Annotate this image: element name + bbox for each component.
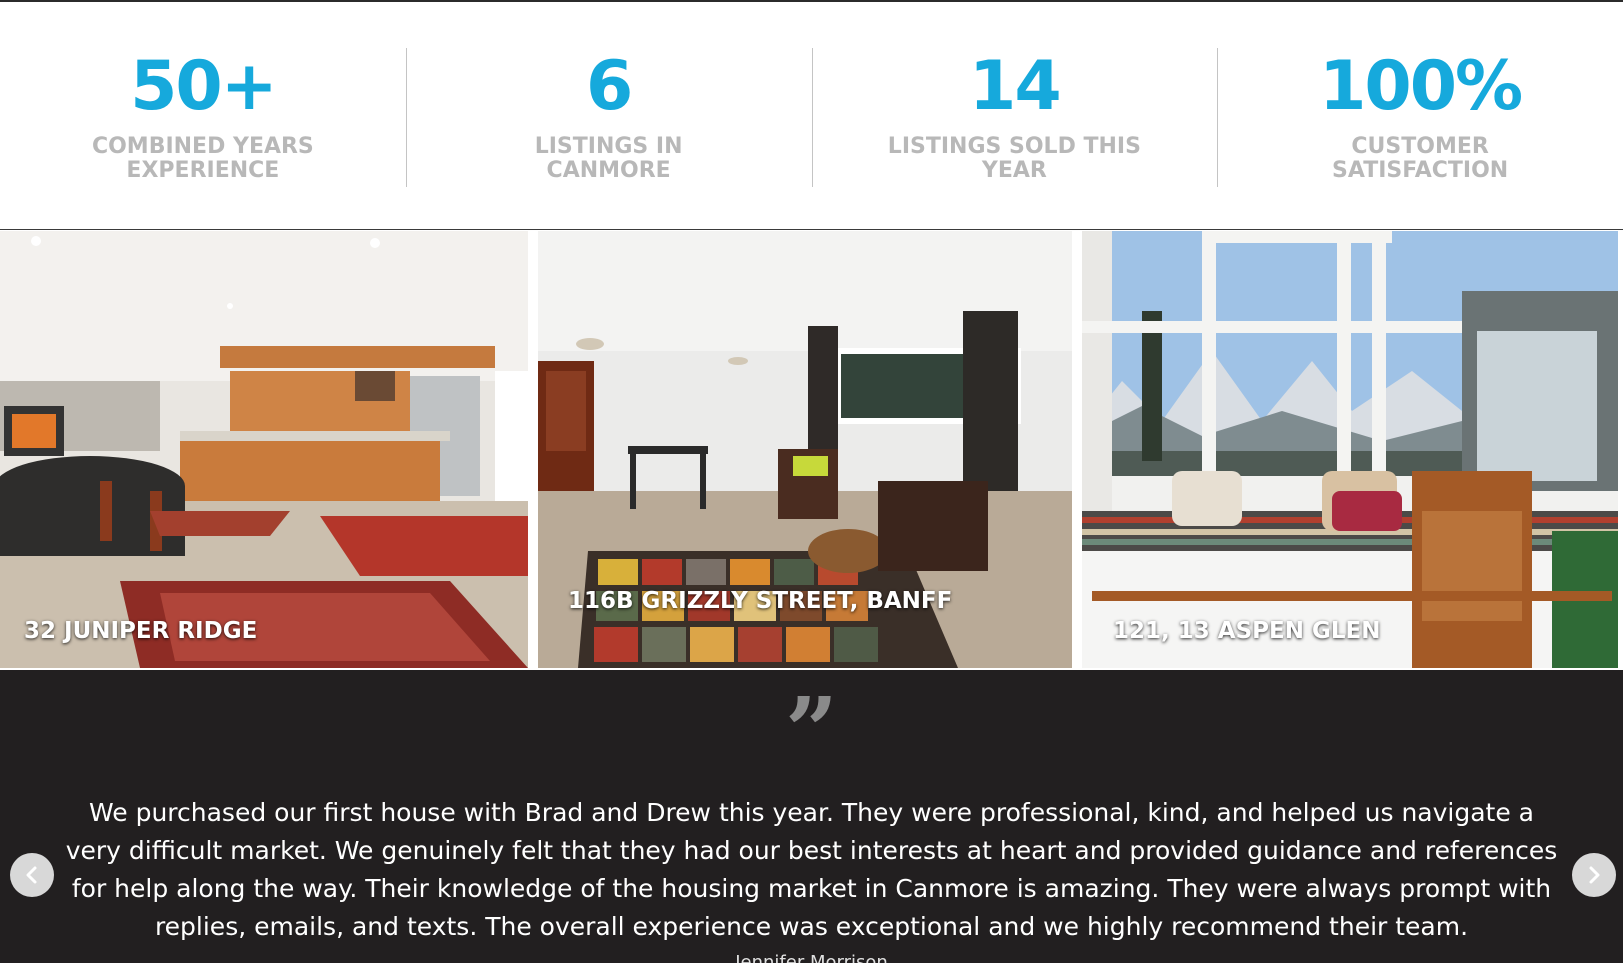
- listing-card-aspen-glen[interactable]: 121, 13 ASPEN GLEN: [1082, 231, 1618, 668]
- listings-gallery: 32 JUNIPER RIDGE 116B GRIZZLY STREET, BA…: [0, 229, 1623, 670]
- stat-value: 6: [585, 47, 633, 126]
- chevron-left-icon: [26, 866, 37, 884]
- stat-label: LISTINGS SOLD THIS YEAR: [887, 134, 1141, 183]
- listing-title: 116B GRIZZLY STREET, BANFF: [568, 588, 953, 614]
- carousel-next-button[interactable]: [1572, 853, 1616, 897]
- quote-icon: ”: [785, 677, 838, 785]
- stat-value: 14: [969, 47, 1062, 126]
- listing-title: 32 JUNIPER RIDGE: [24, 618, 258, 644]
- stat-listings-canmore: 6 LISTINGS IN CANMORE: [405, 2, 812, 229]
- testimonial-text: We purchased our first house with Brad a…: [65, 798, 1558, 941]
- listing-card-juniper-ridge[interactable]: 32 JUNIPER RIDGE: [0, 231, 528, 668]
- stat-label: LISTINGS IN CANMORE: [534, 134, 683, 183]
- stat-listings-sold: 14 LISTINGS SOLD THIS YEAR: [811, 2, 1218, 229]
- stats-section: 50+ COMBINED YEARS EXPERIENCE 6 LISTINGS…: [0, 2, 1623, 229]
- listing-card-grizzly-street[interactable]: 116B GRIZZLY STREET, BANFF: [538, 231, 1072, 668]
- stat-value: 100%: [1319, 47, 1523, 126]
- testimonial-author: Jennifer Morrison: [735, 952, 888, 963]
- listing-title: 121, 13 ASPEN GLEN: [1113, 618, 1381, 644]
- carousel-prev-button[interactable]: [10, 853, 54, 897]
- testimonial-section: ” We purchased our first house with Brad…: [0, 670, 1623, 963]
- stat-customer-satisfaction: 100% CUSTOMER SATISFACTION: [1217, 2, 1623, 229]
- stat-label: CUSTOMER SATISFACTION: [1332, 134, 1509, 183]
- listing-photo-kitchen: [0, 231, 528, 668]
- listing-photo-window-nook: [1082, 231, 1618, 668]
- stat-value: 50+: [130, 47, 278, 126]
- stat-label: COMBINED YEARS EXPERIENCE: [91, 134, 314, 183]
- stat-combined-years: 50+ COMBINED YEARS EXPERIENCE: [0, 2, 406, 229]
- chevron-right-icon: [1589, 866, 1600, 884]
